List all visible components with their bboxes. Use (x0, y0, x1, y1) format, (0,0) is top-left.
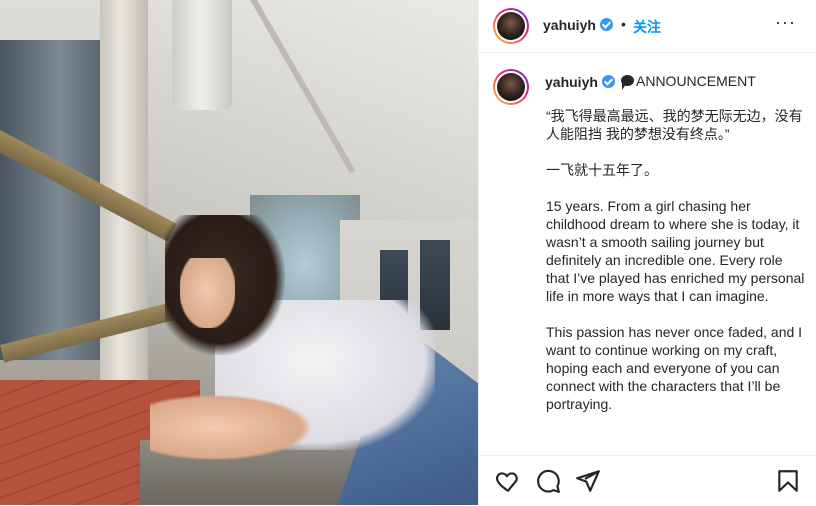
post-actions (479, 455, 816, 506)
follow-button[interactable]: 关注 (633, 17, 661, 37)
caption-username[interactable]: yahuiyh (545, 74, 598, 90)
more-options-icon[interactable]: ··· (775, 12, 796, 33)
verified-badge-icon (602, 75, 615, 88)
post-header: yahuiyh • 关注 ··· (479, 0, 816, 53)
photo-arm (150, 395, 310, 460)
post-sidebar: yahuiyh • 关注 ··· yahuiyh ANNOUNCEMENT “我… (478, 0, 816, 505)
post-photo[interactable] (0, 0, 478, 505)
photo-lamp (172, 0, 232, 110)
avatar-image (497, 73, 525, 101)
comment-icon[interactable] (535, 468, 561, 494)
photo-face (180, 258, 235, 328)
paper-plane-icon[interactable] (575, 468, 601, 494)
separator-dot: • (621, 16, 626, 32)
speech-bubble-icon (621, 75, 634, 90)
caption-area[interactable]: yahuiyh ANNOUNCEMENT “我飞得最高最远、我的梦无际无边，没有… (479, 53, 816, 453)
photo-left-window (0, 40, 100, 360)
heart-icon[interactable] (495, 468, 521, 494)
caption-paragraph: “我飞得最高最远、我的梦无际无边，没有人能阻挡 我的梦想没有终点。” (546, 108, 803, 142)
avatar-image (497, 12, 525, 40)
header-username[interactable]: yahuiyh (543, 17, 596, 33)
caption-paragraph: 15 years. From a girl chasing her childh… (546, 198, 805, 304)
verified-badge-icon (600, 18, 613, 31)
caption-paragraph: 一飞就十五年了。 (546, 162, 658, 178)
caption-paragraph: This passion has never once faded, and I… (546, 324, 803, 412)
caption-announcement: ANNOUNCEMENT (636, 73, 756, 89)
bookmark-icon[interactable] (775, 468, 801, 494)
avatar[interactable] (493, 8, 529, 44)
caption-text: “我飞得最高最远、我的梦无际无边，没有人能阻挡 我的梦想没有终点。” 一飞就十五… (546, 107, 808, 431)
caption-avatar[interactable] (493, 69, 529, 105)
